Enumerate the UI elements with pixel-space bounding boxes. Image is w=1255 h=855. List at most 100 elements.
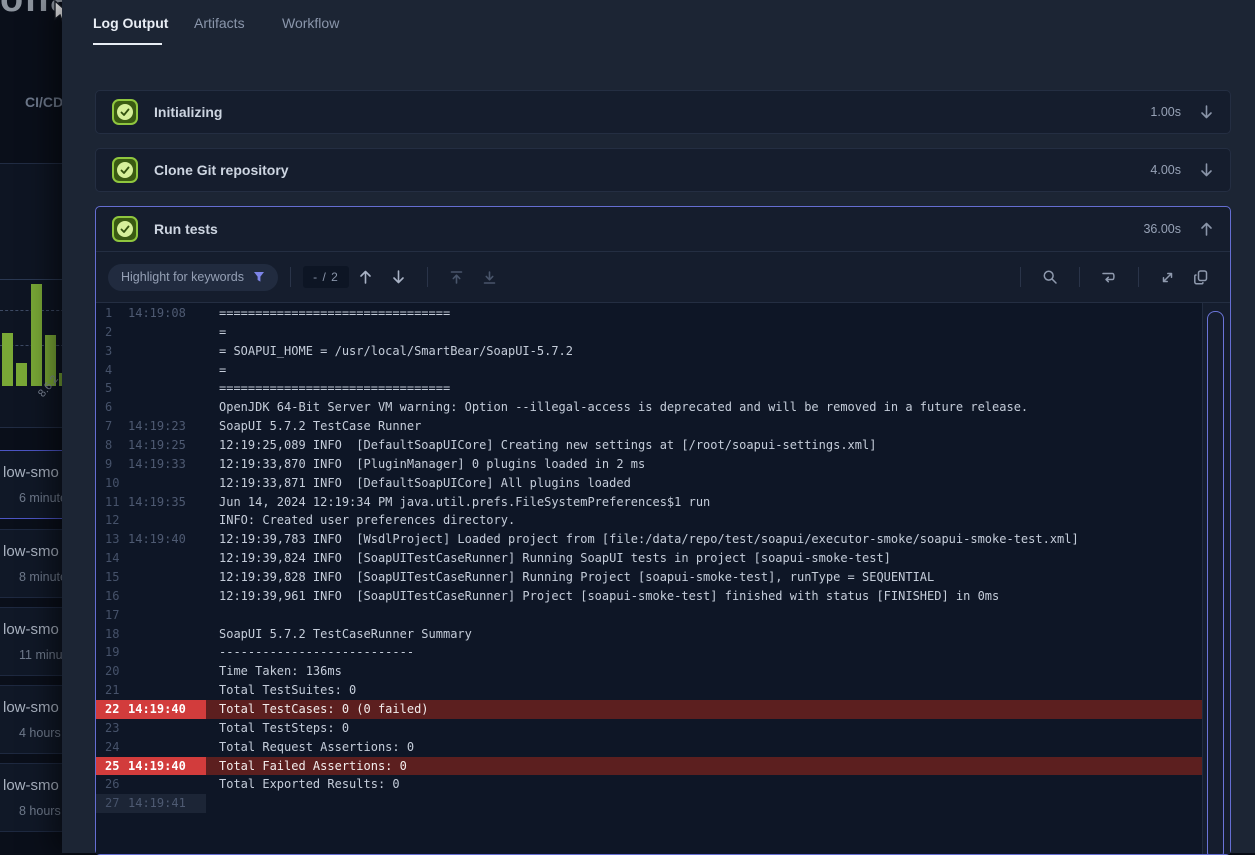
cicd-section-label: CI/CD — [25, 94, 63, 110]
log-line-timestamp — [128, 662, 194, 681]
log-line-text: 12:19:33,871 INFO [DefaultSoapUICore] Al… — [206, 474, 631, 493]
scroll-to-top-button[interactable] — [440, 270, 473, 285]
log-line-timestamp — [128, 738, 194, 757]
log-line: 10 12:19:33,871 INFO [DefaultSoapUICore] … — [96, 474, 1202, 493]
log-line: 914:19:33 12:19:33,870 INFO [PluginManage… — [96, 455, 1202, 474]
run-name: low-smo — [3, 621, 59, 638]
log-scrollbar-thumb[interactable] — [1207, 311, 1224, 854]
log-line: 24Total Request Assertions: 0 — [96, 738, 1202, 757]
collapse-step-icon[interactable] — [1199, 221, 1214, 237]
step-run-tests-header[interactable]: Run tests 36.00s — [96, 207, 1230, 251]
log-line-text: INFO: Created user preferences directory… — [206, 511, 515, 530]
tab-artifacts[interactable]: Artifacts — [194, 15, 245, 31]
log-line-text: ================================ — [206, 379, 450, 398]
log-line-text: 12:19:25,089 INFO [DefaultSoapUICore] Cr… — [206, 436, 876, 455]
log-line: 5 ================================ — [96, 379, 1202, 398]
step-label: Run tests — [154, 221, 218, 237]
log-line-timestamp: 14:19:40 — [128, 757, 194, 776]
log-line-timestamp — [128, 323, 194, 342]
log-line-timestamp — [128, 549, 194, 568]
step-initializing[interactable]: Initializing 1.00s — [95, 90, 1231, 134]
wrap-lines-icon[interactable] — [1092, 270, 1126, 284]
log-line-gutter: 1114:19:35 — [96, 493, 206, 512]
chart-bar — [2, 333, 13, 386]
step-label: Clone Git repository — [154, 162, 289, 178]
log-line: 6OpenJDK 64-Bit Server VM warning: Optio… — [96, 398, 1202, 417]
step-duration: 4.00s — [1150, 163, 1181, 177]
log-line-gutter: 24 — [96, 738, 206, 757]
log-scrollbar-track[interactable] — [1202, 303, 1230, 854]
step-run-tests-expanded: Run tests 36.00s Highlight for keywords … — [95, 206, 1231, 855]
log-line: 23 Total TestSteps: 0 — [96, 719, 1202, 738]
keyword-highlight-input[interactable]: Highlight for keywords — [108, 264, 278, 291]
tab-log-output[interactable]: Log Output — [93, 15, 168, 31]
previous-match-button[interactable] — [349, 269, 382, 285]
log-line-timestamp — [128, 625, 194, 644]
log-line-gutter: 2514:19:40 — [96, 757, 206, 776]
log-line-number: 19 — [96, 643, 128, 662]
log-line: 12INFO: Created user preferences directo… — [96, 511, 1202, 530]
log-line: 2214:19:40Total TestCases: 0 (0 failed) — [96, 700, 1202, 719]
log-line-number: 17 — [96, 606, 128, 625]
scroll-to-bottom-button[interactable] — [473, 270, 506, 285]
log-line: 1612:19:39,961 INFO [SoapUITestCaseRunne… — [96, 587, 1202, 606]
success-check-icon — [112, 157, 138, 183]
log-line-timestamp — [128, 587, 194, 606]
next-match-button[interactable] — [382, 269, 415, 285]
log-toolbar: Highlight for keywords - / 2 — [96, 251, 1230, 303]
log-line-gutter: 2714:19:41 — [96, 794, 206, 813]
log-line-timestamp — [128, 379, 194, 398]
log-line-gutter: 12 — [96, 511, 206, 530]
run-name: low-smo — [3, 699, 59, 716]
expand-step-icon[interactable] — [1199, 104, 1214, 120]
log-line-number: 18 — [96, 625, 128, 644]
expand-fullscreen-icon[interactable] — [1151, 270, 1184, 285]
log-line-number: 14 — [96, 549, 128, 568]
log-line-text: 12:19:33,870 INFO [PluginManager] 0 plug… — [206, 455, 645, 474]
log-line-text: = — [206, 323, 226, 342]
log-line-timestamp: 14:19:33 — [128, 455, 194, 474]
log-line: 714:19:23SoapUI 5.7.2 TestCase Runner — [96, 417, 1202, 436]
log-line-text: Total TestSteps: 0 — [206, 719, 349, 738]
log-line-text — [206, 606, 219, 625]
log-line-gutter: 17 — [96, 606, 206, 625]
log-line: 2714:19:41 — [96, 794, 1202, 813]
log-line-number: 22 — [96, 700, 128, 719]
log-line-number: 27 — [96, 794, 128, 813]
log-line-number: 2 — [96, 323, 128, 342]
log-line: 4= — [96, 361, 1202, 380]
log-line-number: 9 — [96, 455, 128, 474]
log-line-number: 3 — [96, 342, 128, 361]
keyword-highlight-placeholder: Highlight for keywords — [121, 270, 244, 284]
log-line-number: 6 — [96, 398, 128, 417]
log-line-text: Total Exported Results: 0 — [206, 775, 400, 794]
log-line-gutter: 4 — [96, 361, 206, 380]
log-line: 3= SOAPUI_HOME = /usr/local/SmartBear/So… — [96, 342, 1202, 361]
log-line-timestamp — [128, 361, 194, 380]
log-line-timestamp: 14:19:08 — [128, 304, 194, 323]
log-line: 21Total TestSuites: 0 — [96, 681, 1202, 700]
log-line-gutter: 714:19:23 — [96, 417, 206, 436]
copy-log-icon[interactable] — [1184, 269, 1218, 286]
toolbar-divider — [290, 267, 291, 287]
log-line-timestamp: 14:19:23 — [128, 417, 194, 436]
expand-step-icon[interactable] — [1199, 162, 1214, 178]
log-line-number: 5 — [96, 379, 128, 398]
tab-workflow[interactable]: Workflow — [282, 15, 339, 31]
log-line-gutter: 23 — [96, 719, 206, 738]
log-line: 114:19:08===============================… — [96, 304, 1202, 323]
toolbar-divider — [427, 267, 428, 287]
log-line-number: 13 — [96, 530, 128, 549]
search-log-icon[interactable] — [1033, 269, 1067, 285]
toolbar-divider — [1020, 267, 1021, 287]
log-line-number: 10 — [96, 474, 128, 493]
log-line-gutter: 10 — [96, 474, 206, 493]
log-line-gutter: 18 — [96, 625, 206, 644]
log-line-number: 23 — [96, 719, 128, 738]
step-clone-git-repository[interactable]: Clone Git repository 4.00s — [95, 148, 1231, 192]
execution-details-drawer: Log Output Artifacts Workflow Initializi… — [62, 0, 1255, 853]
log-line-text: = — [206, 361, 226, 380]
log-line-timestamp — [128, 681, 194, 700]
log-line-text: 12:19:39,824 INFO [SoapUITestCaseRunner]… — [206, 549, 891, 568]
log-line-text: Time Taken: 136ms — [206, 662, 342, 681]
